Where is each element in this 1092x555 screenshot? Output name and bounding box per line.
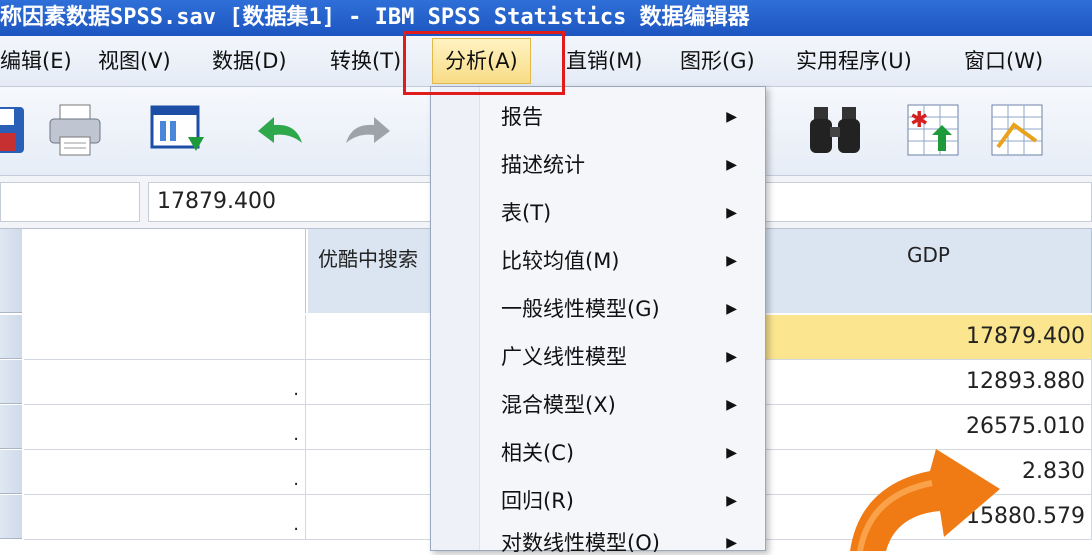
row-header[interactable] [0, 495, 22, 539]
menu-item-descriptive-statistics[interactable]: 描述统计 ▶ [479, 141, 765, 189]
row-header[interactable] [0, 450, 22, 494]
orange-arrow-icon [850, 449, 1000, 551]
find-icon[interactable] [806, 101, 864, 159]
menu-graphs[interactable]: 图形(G) [680, 36, 755, 86]
column-header-gdp[interactable]: GDP [766, 229, 1092, 313]
menu-item-tables[interactable]: 表(T) ▶ [479, 189, 765, 237]
menu-item-regression[interactable]: 回归(R) ▶ [479, 477, 765, 525]
submenu-arrow-icon: ▶ [726, 445, 737, 461]
menu-item-reports[interactable]: 报告 ▶ [479, 93, 765, 141]
print-icon[interactable] [46, 101, 104, 159]
menu-item-general-linear-model[interactable]: 一般线性模型(G) ▶ [479, 285, 765, 333]
svg-text:✱: ✱ [910, 108, 928, 133]
grid-cell[interactable] [306, 495, 436, 540]
cell-reference-box[interactable] [0, 182, 140, 222]
menu-item-label: 比较均值(M) [501, 249, 620, 273]
menu-item-label: 回归(R) [501, 489, 574, 513]
column-header-label: GDP [907, 243, 950, 267]
submenu-arrow-icon: ▶ [726, 535, 737, 551]
menu-item-label: 一般线性模型(G) [501, 297, 660, 321]
grid-cell[interactable]: . [24, 360, 306, 405]
row-header[interactable] [0, 315, 22, 359]
menu-item-label: 表(T) [501, 201, 552, 225]
column-header[interactable] [24, 229, 306, 313]
column-header-label: 优酷中搜索 [318, 247, 418, 271]
grid-cell[interactable]: . [24, 450, 306, 495]
column-header-youku-search[interactable]: 优酷中搜索 [308, 229, 438, 313]
menu-view[interactable]: 视图(V) [98, 36, 171, 86]
gdp-cell[interactable]: 26575.010 [766, 405, 1092, 450]
undo-icon[interactable] [250, 101, 308, 159]
menu-item-label: 报告 [501, 105, 543, 129]
menu-edit[interactable]: 编辑(E) [0, 36, 72, 86]
grid-cell[interactable] [306, 315, 436, 360]
recall-dialog-icon[interactable] [148, 101, 206, 159]
submenu-arrow-icon: ▶ [726, 157, 737, 173]
highlight-box [403, 31, 565, 95]
menu-item-correlate[interactable]: 相关(C) ▶ [479, 429, 765, 477]
analyze-menu: 报告 ▶ 描述统计 ▶ 表(T) ▶ 比较均值(M) ▶ 一般线性模型(G) ▶… [430, 86, 766, 552]
menu-item-label: 混合模型(X) [501, 393, 616, 417]
menu-item-label: 对数线性模型(O) [501, 531, 660, 552]
menu-item-label: 广义线性模型 [501, 345, 627, 369]
insert-cases-icon[interactable]: ✱ [904, 101, 962, 159]
gdp-cell[interactable]: 12893.880 [766, 360, 1092, 405]
menu-item-compare-means[interactable]: 比较均值(M) ▶ [479, 237, 765, 285]
row-header[interactable] [0, 405, 22, 449]
menu-item-label: 相关(C) [501, 441, 575, 465]
submenu-arrow-icon: ▶ [726, 205, 737, 221]
menu-direct-marketing[interactable]: 直销(M) [566, 36, 643, 86]
menu-data[interactable]: 数据(D) [212, 36, 287, 86]
submenu-arrow-icon: ▶ [726, 493, 737, 509]
redo-icon[interactable] [340, 101, 398, 159]
row-header[interactable] [0, 360, 22, 404]
grid-cell[interactable]: . [24, 495, 306, 540]
submenu-arrow-icon: ▶ [726, 349, 737, 365]
chart-icon[interactable] [988, 101, 1046, 159]
submenu-arrow-icon: ▶ [726, 397, 737, 413]
window-title: 称因素数据SPSS.sav [数据集1] - IBM SPSS Statisti… [0, 5, 750, 30]
submenu-arrow-icon: ▶ [726, 253, 737, 269]
grid-cell[interactable] [306, 360, 436, 405]
menu-item-loglinear[interactable]: 对数线性模型(O) ▶ [479, 519, 765, 552]
save-icon[interactable] [0, 101, 28, 159]
grid-corner [0, 229, 22, 313]
menu-transform[interactable]: 转换(T) [330, 36, 401, 86]
gdp-cell[interactable]: 17879.400 [766, 315, 1092, 360]
grid-cell[interactable] [306, 450, 436, 495]
menu-gutter [431, 87, 480, 550]
menu-item-mixed-models[interactable]: 混合模型(X) ▶ [479, 381, 765, 429]
menu-window[interactable]: 窗口(W) [964, 36, 1043, 86]
menu-item-label: 描述统计 [501, 153, 585, 177]
menu-utilities[interactable]: 实用程序(U) [796, 36, 912, 86]
menu-item-generalized-linear-models[interactable]: 广义线性模型 ▶ [479, 333, 765, 381]
grid-cell[interactable]: . [24, 405, 306, 450]
grid-cell[interactable] [306, 405, 436, 450]
submenu-arrow-icon: ▶ [726, 301, 737, 317]
submenu-arrow-icon: ▶ [726, 109, 737, 125]
grid-cell[interactable] [24, 315, 306, 360]
